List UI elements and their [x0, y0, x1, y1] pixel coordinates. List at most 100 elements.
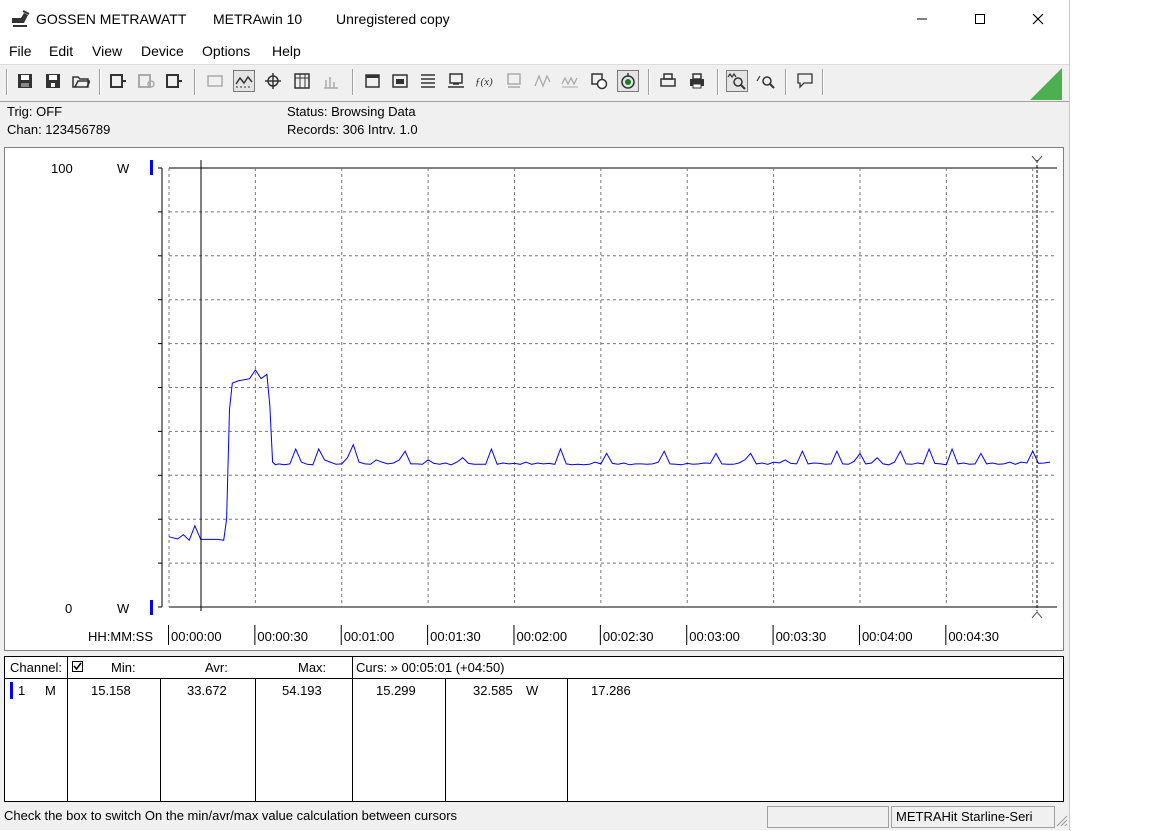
device-write-icon: [166, 74, 182, 88]
status-panel-empty: [767, 806, 889, 828]
device-read-button[interactable]: [107, 70, 129, 92]
column-divider: [445, 679, 446, 801]
clock-button[interactable]: [588, 70, 610, 92]
channel-number: 1: [18, 683, 26, 698]
zoom-icon: [756, 75, 775, 89]
list-icon: [421, 74, 435, 88]
open-folder-icon: [72, 76, 90, 88]
chart-canvas[interactable]: 100 W 0 W HH:MM:SS 00:00:00 00:00:30 00:01…: [5, 148, 1063, 650]
timer-button[interactable]: [617, 70, 639, 92]
zoom-button[interactable]: [755, 70, 777, 92]
computer-icon: [448, 73, 464, 88]
open-button[interactable]: [70, 70, 92, 92]
save-button[interactable]: [14, 70, 36, 92]
minimize-icon: [917, 18, 927, 20]
table-icon: [294, 73, 310, 89]
trigger-button[interactable]: [531, 70, 553, 92]
comment-button[interactable]: [794, 70, 816, 92]
cursor-diff-value: 17.286: [591, 683, 631, 698]
minmax-checkbox[interactable]: [72, 661, 83, 672]
checkmark-icon: [73, 662, 82, 671]
crosshair-icon: [265, 73, 281, 89]
table-view-button[interactable]: [291, 70, 313, 92]
trigger-icon: [534, 74, 551, 88]
print-preview-icon: [660, 73, 676, 87]
waveform-button[interactable]: [559, 70, 581, 92]
stopwatch-icon: [621, 73, 635, 89]
meter-button[interactable]: [204, 70, 226, 92]
maximize-button[interactable]: [951, 0, 1009, 38]
histogram-icon: [324, 77, 338, 89]
histogram-button[interactable]: [320, 70, 342, 92]
cursor2-value: 32.585: [473, 683, 513, 698]
printer-icon: [690, 73, 704, 89]
device-gear-icon: [138, 74, 155, 88]
license-title: Unregistered copy: [336, 11, 450, 27]
cursor-2-bottom-marker-icon[interactable]: [1031, 611, 1043, 619]
menu-device[interactable]: Device: [141, 43, 184, 59]
window-config-icon: [392, 74, 408, 88]
signal-triangle-icon: [1030, 68, 1062, 100]
toolbar-separator: [6, 69, 8, 95]
x-tick-label: 00:04:30: [948, 629, 999, 644]
x-tick-label: 00:01:00: [344, 629, 395, 644]
max-value: 54.193: [282, 683, 322, 698]
channel-marker-top: [150, 160, 153, 175]
max-header: Max:: [298, 660, 327, 675]
menu-file[interactable]: File: [9, 43, 32, 59]
zoom-waveform-button[interactable]: [726, 70, 748, 92]
list-button[interactable]: [417, 70, 439, 92]
computer-button[interactable]: [445, 70, 467, 92]
device-read-icon: [110, 74, 126, 88]
channel-table: Channel: Min: Avr: Max: Curs: » 00:05:01…: [4, 656, 1064, 802]
recorder-chart[interactable]: 100 W 0 W HH:MM:SS 00:00:00 00:00:30 00:01…: [4, 147, 1064, 651]
toolbar-separator: [99, 69, 101, 95]
window-settings-icon: [365, 74, 380, 88]
print-preview-button[interactable]: [657, 70, 679, 92]
channel-mode: M: [45, 683, 56, 698]
header-divider: [5, 678, 1063, 679]
function-button[interactable]: ƒ(x): [474, 70, 496, 92]
x-axis-title: HH:MM:SS: [88, 629, 153, 644]
x-tick-label: 00:01:30: [430, 629, 481, 644]
device-settings-button[interactable]: [135, 70, 157, 92]
recorder-chart-icon: [235, 75, 253, 88]
resize-grip-icon[interactable]: [1055, 814, 1068, 827]
save-as-button[interactable]: [42, 70, 64, 92]
x-tick-label: 00:00:00: [171, 629, 222, 644]
menu-options[interactable]: Options: [202, 43, 250, 59]
menu-bar: File Edit View Device Options Help: [0, 38, 1069, 64]
x-tick-label: 00:04:00: [862, 629, 913, 644]
toolbar-separator: [822, 69, 824, 95]
recorder-view-button[interactable]: [233, 70, 255, 92]
app-logo-icon: [12, 10, 30, 27]
status-device: METRAHit Starline-Seri: [891, 806, 1055, 828]
xy-view-button[interactable]: [262, 70, 284, 92]
records-text: Records: 306 Intrv. 1.0: [287, 122, 418, 137]
menu-help[interactable]: Help: [272, 43, 301, 59]
print-button[interactable]: [686, 70, 708, 92]
monitor-button[interactable]: [503, 70, 525, 92]
channel-list: Chan: 123456789: [7, 122, 111, 137]
toolbar-separator: [648, 69, 650, 95]
minimize-button[interactable]: [893, 0, 951, 38]
window-config-button[interactable]: [389, 70, 411, 92]
x-tick-label: 00:03:00: [689, 629, 740, 644]
title-bar: GOSSEN METRAWATT METRAwin 10 Unregistere…: [0, 0, 1069, 38]
y-axis-min-label: 0: [65, 601, 72, 616]
channel-marker-bottom: [150, 600, 153, 615]
zoom-waveform-icon: [727, 72, 746, 90]
settings-button[interactable]: [361, 70, 383, 92]
trigger-status: Trig: OFF: [7, 104, 63, 119]
cursor-header: Curs: » 00:05:01 (+04:50): [356, 660, 505, 675]
x-tick-label: 00:02:30: [603, 629, 654, 644]
comment-icon: [797, 73, 813, 89]
menu-view[interactable]: View: [92, 43, 122, 59]
clock-icon: [591, 73, 608, 90]
menu-edit[interactable]: Edit: [49, 43, 73, 59]
y-axis-unit-bottom: W: [117, 601, 130, 616]
cursor1-value: 15.299: [376, 683, 416, 698]
close-button[interactable]: [1009, 0, 1067, 38]
brand-title: GOSSEN METRAWATT: [36, 11, 187, 27]
device-write-button[interactable]: [163, 70, 185, 92]
